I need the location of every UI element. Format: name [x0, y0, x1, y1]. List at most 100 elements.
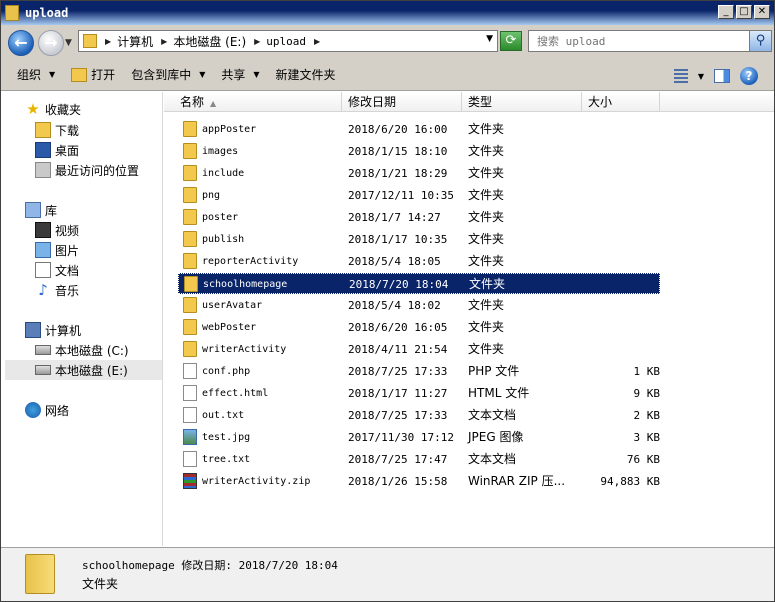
- file-row[interactable]: poster 2018/1/7 14:27 文件夹: [178, 207, 660, 228]
- file-row[interactable]: reporterActivity 2018/5/4 18:05 文件夹: [178, 251, 660, 272]
- sidebar-item-music[interactable]: ♪ 音乐: [35, 280, 79, 300]
- file-date: 2017/12/11 10:35: [348, 189, 454, 202]
- column-header-type[interactable]: 类型: [462, 92, 582, 112]
- back-button[interactable]: ←: [8, 30, 34, 56]
- include-in-library-button[interactable]: 包含到库中 ▼: [123, 59, 213, 91]
- file-row[interactable]: out.txt 2018/7/25 17:33 文本文档 2 KB: [178, 405, 660, 426]
- address-bar[interactable]: ▶ 计算机 ▶ 本地磁盘 (E:) ▶ upload ▶ ▼: [78, 30, 498, 52]
- sidebar-item-videos[interactable]: 视频: [35, 220, 79, 240]
- sidebar-item-label: 桌面: [55, 143, 80, 158]
- breadcrumb-drive-e[interactable]: 本地磁盘 (E:): [173, 33, 246, 50]
- sidebar-item-computer[interactable]: 计算机: [25, 320, 81, 340]
- chevron-right-icon[interactable]: ▶: [105, 37, 111, 46]
- file-type: 文件夹: [468, 320, 505, 334]
- search-box[interactable]: ⚲: [528, 30, 772, 52]
- sidebar-item-recent[interactable]: 最近访问的位置: [35, 160, 139, 180]
- file-type: HTML 文件: [468, 386, 530, 400]
- chevron-right-icon[interactable]: ▶: [314, 37, 320, 46]
- share-button[interactable]: 共享 ▼: [213, 59, 267, 91]
- folder-icon: [83, 34, 97, 48]
- search-input[interactable]: [537, 32, 747, 50]
- open-button[interactable]: 打开: [63, 59, 123, 91]
- help-icon[interactable]: ?: [740, 67, 758, 85]
- forward-button[interactable]: →: [38, 30, 64, 56]
- video-icon: [35, 222, 51, 238]
- breadcrumb-computer[interactable]: 计算机: [117, 33, 153, 50]
- sidebar-item-drive-e[interactable]: 本地磁盘 (E:): [5, 360, 162, 380]
- preview-pane-icon[interactable]: [714, 69, 730, 83]
- file-row[interactable]: effect.html 2018/1/17 11:27 HTML 文件 9 KB: [178, 383, 660, 404]
- file-type: 文件夹: [468, 232, 505, 246]
- file-name: appPoster: [202, 124, 257, 135]
- folder-icon: [183, 297, 197, 313]
- file-row[interactable]: appPoster 2018/6/20 16:00 文件夹: [178, 119, 660, 140]
- file-date: 2018/5/4 18:02: [348, 299, 441, 312]
- file-row[interactable]: png 2017/12/11 10:35 文件夹: [178, 185, 660, 206]
- file-size: 76 KB: [626, 453, 660, 466]
- file-name: userAvatar: [202, 300, 263, 311]
- file-date: 2018/1/17 11:27: [348, 387, 448, 400]
- sidebar-item-documents[interactable]: 文档: [35, 260, 79, 280]
- file-size: 9 KB: [633, 387, 661, 400]
- file-date: 2018/4/11 21:54: [348, 343, 448, 356]
- sidebar-item-pictures[interactable]: 图片: [35, 240, 79, 260]
- folder-icon: [183, 143, 197, 159]
- file-row[interactable]: writerActivity 2018/4/11 21:54 文件夹: [178, 339, 660, 360]
- file-type: 文件夹: [468, 122, 505, 136]
- view-options-icon[interactable]: [673, 69, 688, 83]
- desktop-icon: [35, 142, 51, 158]
- file-row[interactable]: include 2018/1/21 18:29 文件夹: [178, 163, 660, 184]
- search-icon[interactable]: ⚲: [749, 31, 771, 51]
- file-row[interactable]: conf.php 2018/7/25 17:33 PHP 文件 1 KB: [178, 361, 660, 382]
- folder-icon: [183, 121, 197, 137]
- file-row[interactable]: writerActivity.zip 2018/1/26 15:58 WinRAR …: [178, 471, 660, 492]
- sidebar-item-libraries[interactable]: 库: [25, 200, 57, 220]
- details-type: 文件夹: [82, 577, 119, 591]
- file-size: 1 KB: [633, 365, 661, 378]
- zip-archive-icon: [183, 473, 197, 489]
- column-header-name[interactable]: 名称 ▲: [174, 92, 342, 112]
- organize-button[interactable]: 组织 ▼: [1, 59, 63, 91]
- sidebar-item-desktop[interactable]: 桌面: [35, 140, 79, 160]
- column-header-size[interactable]: 大小: [582, 92, 660, 112]
- history-dropdown-icon[interactable]: ▼: [65, 38, 72, 48]
- file-date: 2018/6/20 16:05: [348, 321, 448, 334]
- sidebar-item-downloads[interactable]: 下载: [35, 120, 79, 140]
- file-icon: [183, 385, 197, 401]
- minimize-button[interactable]: _: [718, 5, 734, 19]
- chevron-right-icon[interactable]: ▶: [254, 37, 260, 46]
- navigation-pane: ★ 收藏夹 下载 桌面 最近访问的位置 库 视频 图片 文档 ♪ 音乐 计算机 本地…: [1, 92, 163, 546]
- details-pane: schoolhomepage 修改日期: 2018/7/20 18:04 文件夹: [1, 547, 774, 601]
- folder-icon: [184, 276, 198, 292]
- chevron-right-icon[interactable]: ▶: [161, 37, 167, 46]
- file-row[interactable]: publish 2018/1/17 10:35 文件夹: [178, 229, 660, 250]
- file-row[interactable]: userAvatar 2018/5/4 18:02 文件夹: [178, 295, 660, 316]
- file-row[interactable]: webPoster 2018/6/20 16:05 文件夹: [178, 317, 660, 338]
- sidebar-item-label: 音乐: [55, 283, 80, 298]
- command-bar: 组织 ▼ 打开 包含到库中 ▼ 共享 ▼ 新建文件夹 ▼ ?: [1, 59, 774, 91]
- file-type: 文本文档: [468, 408, 517, 422]
- file-row[interactable]: schoolhomepage 2018/7/20 18:04 文件夹: [178, 273, 660, 294]
- new-folder-button[interactable]: 新建文件夹: [268, 59, 344, 91]
- file-row[interactable]: images 2018/1/15 18:10 文件夹: [178, 141, 660, 162]
- file-date: 2018/1/7 14:27: [348, 211, 441, 224]
- chevron-down-icon[interactable]: ▼: [698, 72, 704, 81]
- sidebar-item-label: 本地磁盘 (E:): [55, 363, 128, 378]
- file-name: writerActivity: [202, 344, 287, 355]
- close-button[interactable]: ✕: [754, 5, 770, 19]
- column-label: 名称: [180, 95, 205, 109]
- maximize-button[interactable]: □: [736, 5, 752, 19]
- file-date: 2018/7/25 17:47: [348, 453, 448, 466]
- library-icon: [25, 202, 41, 218]
- downloads-folder-icon: [35, 122, 51, 138]
- file-row[interactable]: tree.txt 2018/7/25 17:47 文本文档 76 KB: [178, 449, 660, 470]
- sidebar-item-drive-c[interactable]: 本地磁盘 (C:): [35, 340, 129, 360]
- breadcrumb-upload[interactable]: upload: [266, 35, 306, 48]
- refresh-button[interactable]: ⟳: [500, 31, 522, 51]
- sidebar-item-favorites[interactable]: ★ 收藏夹: [25, 99, 81, 119]
- address-dropdown-icon[interactable]: ▼: [486, 34, 493, 44]
- file-row[interactable]: test.jpg 2017/11/30 17:12 JPEG 图像 3 KB: [178, 427, 660, 448]
- column-header-date[interactable]: 修改日期: [342, 92, 462, 112]
- sidebar-item-network[interactable]: 网络: [25, 400, 69, 420]
- file-name: reporterActivity: [202, 256, 299, 267]
